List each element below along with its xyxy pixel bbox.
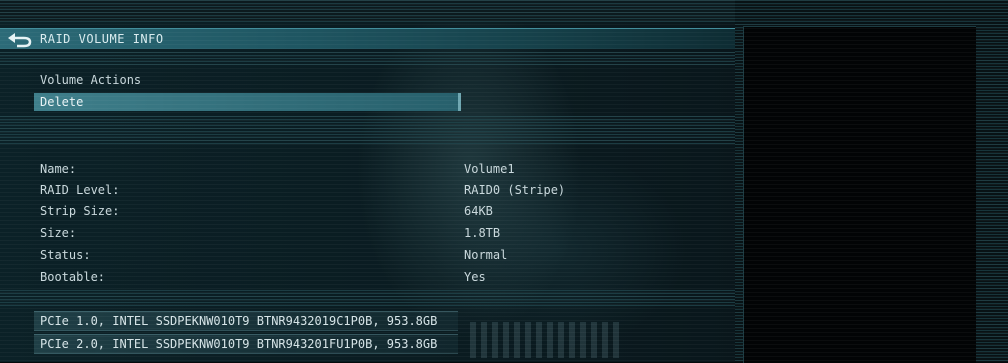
- bootable-label: Bootable:: [40, 270, 106, 284]
- delete-label: Delete: [40, 95, 84, 109]
- status-label: Status:: [40, 248, 91, 262]
- bootable-value: Yes: [464, 270, 486, 284]
- divider-band: [0, 116, 735, 146]
- help-panel: [743, 26, 976, 363]
- page-title: RAID VOLUME INFO: [40, 32, 164, 46]
- delete-button[interactable]: Delete: [34, 93, 461, 111]
- divider-band: [0, 52, 735, 66]
- strip-size-label: Strip Size:: [40, 204, 120, 218]
- disk-label: PCIe 2.0, INTEL SSDPEKNW010T9 BTNR943201…: [40, 337, 438, 351]
- name-label: Name:: [40, 162, 77, 176]
- size-label: Size:: [40, 226, 77, 240]
- page-header: RAID VOLUME INFO: [0, 28, 735, 49]
- disk-row[interactable]: PCIe 1.0, INTEL SSDPEKNW010T9 BTNR943201…: [34, 311, 458, 331]
- divider-band: [0, 290, 735, 308]
- size-value: 1.8TB: [464, 226, 501, 240]
- disk-row[interactable]: PCIe 2.0, INTEL SSDPEKNW010T9 BTNR943201…: [34, 334, 458, 354]
- top-decoration: [0, 0, 735, 22]
- back-arrow-icon[interactable]: [6, 30, 32, 48]
- disk-label: PCIe 1.0, INTEL SSDPEKNW010T9 BTNR943201…: [40, 314, 438, 328]
- raid-level-label: RAID Level:: [40, 183, 120, 197]
- name-value: Volume1: [464, 162, 515, 176]
- volume-actions-heading: Volume Actions: [40, 73, 142, 87]
- raid-level-value: RAID0 (Stripe): [464, 183, 566, 197]
- strip-size-value: 64KB: [464, 204, 493, 218]
- status-value: Normal: [464, 248, 508, 262]
- bottom-decoration: [470, 322, 620, 358]
